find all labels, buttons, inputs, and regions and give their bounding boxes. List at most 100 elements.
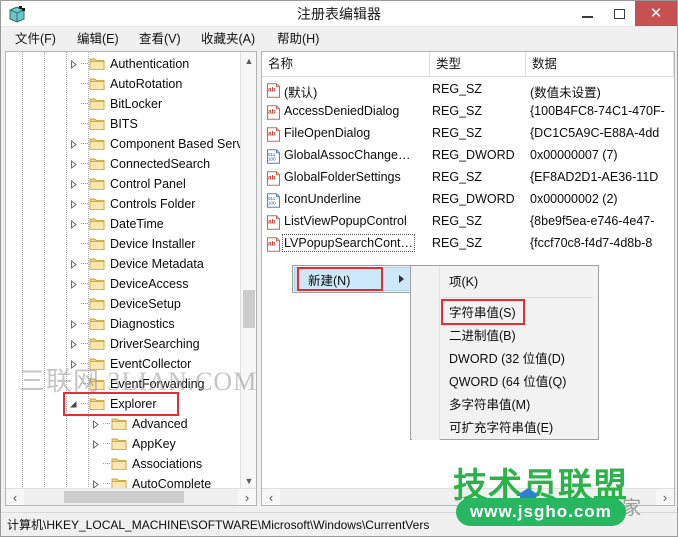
- chevron-right-icon[interactable]: [66, 274, 80, 294]
- value-row[interactable]: ab GlobalFolderSettings REG_SZ {EF8AD2D1-AE…: [262, 168, 674, 189]
- tree-item-driversearching[interactable]: DriverSearching: [66, 334, 200, 354]
- value-name: GlobalAssocChange…: [284, 148, 411, 162]
- tree-item-controls-folder[interactable]: Controls Folder: [66, 194, 195, 214]
- chevron-right-icon[interactable]: [66, 174, 80, 194]
- tree-item-associations[interactable]: Associations: [88, 454, 202, 474]
- tree-item-autorotation[interactable]: AutoRotation: [66, 74, 182, 94]
- tree-item-appkey[interactable]: AppKey: [88, 434, 176, 454]
- submenu-item-1[interactable]: 字符串值(S): [441, 302, 516, 325]
- chevron-right-icon[interactable]: [66, 134, 80, 154]
- scroll-right-arrow-icon[interactable]: ›: [238, 489, 256, 505]
- submenu-item-2[interactable]: 二进制值(B): [441, 325, 516, 348]
- string-value-icon: ab: [266, 127, 281, 142]
- chevron-down-icon[interactable]: [66, 394, 80, 414]
- tree-item-device-metadata[interactable]: Device Metadata: [66, 254, 204, 274]
- menu-item-2[interactable]: 查看(V): [133, 27, 187, 51]
- value-type: REG_SZ: [432, 82, 483, 96]
- tree-item-device-installer[interactable]: Device Installer: [66, 234, 195, 254]
- column-header-0[interactable]: 名称: [262, 52, 430, 76]
- value-row[interactable]: ab AccessDeniedDialog REG_SZ {100B4FC8-74C1…: [262, 102, 674, 123]
- scroll-down-arrow-icon[interactable]: ▼: [241, 472, 256, 489]
- chevron-right-icon[interactable]: [66, 254, 80, 274]
- scroll-left-arrow-icon[interactable]: ‹: [262, 489, 280, 505]
- tree-vertical-scrollbar[interactable]: ▲ ▼: [240, 52, 256, 489]
- chevron-right-icon[interactable]: [66, 334, 80, 354]
- submenu-item-3[interactable]: DWORD (32 位值(D): [441, 348, 565, 371]
- value-row[interactable]: ab ListViewPopupControl REG_SZ {8be9f5ea-e7…: [262, 212, 674, 233]
- tree-connector: [80, 314, 88, 334]
- tree-item-component-based-serv[interactable]: Component Based Serv: [66, 134, 240, 154]
- tree-item-eventforwarding[interactable]: EventForwarding: [66, 374, 205, 394]
- context-menu[interactable]: 新建(N): [292, 265, 414, 293]
- scroll-left-arrow-icon[interactable]: ‹: [6, 489, 24, 505]
- new-submenu[interactable]: 项(K) 字符串值(S) 二进制值(B) DWORD (32 位值(D) QWORD (…: [410, 265, 599, 440]
- value-row[interactable]: ab FileOpenDialog REG_SZ {DC1C5A9C-E88A-4dd: [262, 124, 674, 145]
- tree-connector: [102, 414, 110, 434]
- tree-item-datetime[interactable]: DateTime: [66, 214, 164, 234]
- value-row[interactable]: ab (默认) REG_SZ (数值未设置): [262, 80, 674, 101]
- value-row[interactable]: 011 100 GlobalAssocChange… REG_DWORD 0x00000…: [262, 146, 674, 167]
- string-value-icon: ab: [266, 215, 281, 230]
- column-header-2[interactable]: 数据: [526, 52, 674, 76]
- folder-icon: [88, 94, 106, 114]
- value-name: IconUnderline: [284, 192, 362, 206]
- chevron-right-icon[interactable]: [66, 154, 80, 174]
- submenu-item-5[interactable]: 多字符串值(M): [441, 394, 530, 417]
- tree-item-label: Advanced: [132, 417, 188, 431]
- list-horizontal-scrollbar[interactable]: ‹ ›: [262, 488, 674, 505]
- tree-item-bitlocker[interactable]: BitLocker: [66, 94, 162, 114]
- tree-horizontal-scrollbar[interactable]: ‹ ›: [6, 488, 256, 505]
- value-name: (默认): [284, 86, 318, 100]
- tree-item-label: Device Installer: [110, 237, 196, 251]
- registry-tree-panel[interactable]: Authentication AutoRotation BitLocker BITS C…: [5, 51, 257, 506]
- tree-item-explorer[interactable]: Explorer: [66, 394, 157, 414]
- scroll-up-arrow-icon[interactable]: ▲: [241, 52, 256, 69]
- tree-hscroll-thumb[interactable]: [64, 491, 184, 503]
- scroll-right-arrow-icon[interactable]: ›: [656, 489, 674, 505]
- menu-item-0[interactable]: 文件(F): [9, 27, 62, 51]
- tree-connector: [102, 454, 110, 474]
- tree-item-eventcollector[interactable]: EventCollector: [66, 354, 191, 374]
- chevron-right-icon[interactable]: [66, 54, 80, 74]
- tree-connector: [80, 254, 88, 274]
- folder-icon: [88, 394, 106, 414]
- chevron-right-icon[interactable]: [88, 434, 102, 454]
- value-data: {EF8AD2D1-AE36-11D: [530, 170, 659, 184]
- submenu-item-6[interactable]: 可扩充字符串值(E): [441, 417, 553, 440]
- dword-value-icon: 011 100: [266, 193, 281, 208]
- tree-scroll-thumb[interactable]: [243, 290, 255, 328]
- tree-item-autocomplete[interactable]: AutoComplete: [88, 474, 211, 489]
- value-row[interactable]: 011 100 IconUnderline REG_DWORD 0x00000002 (…: [262, 190, 674, 211]
- svg-text:ab: ab: [268, 219, 276, 226]
- folder-icon: [110, 454, 128, 474]
- tree-connector: [80, 94, 88, 114]
- column-header-1[interactable]: 类型: [430, 52, 526, 76]
- tree-item-connectedsearch[interactable]: ConnectedSearch: [66, 154, 210, 174]
- submenu-item-0[interactable]: 项(K): [441, 271, 478, 294]
- tree-item-authentication[interactable]: Authentication: [66, 54, 189, 74]
- tree-item-bits[interactable]: BITS: [66, 114, 138, 134]
- tree-item-control-panel[interactable]: Control Panel: [66, 174, 186, 194]
- chevron-right-icon[interactable]: [66, 214, 80, 234]
- tree-item-devicesetup[interactable]: DeviceSetup: [66, 294, 181, 314]
- chevron-right-icon[interactable]: [66, 314, 80, 334]
- menu-item-3[interactable]: 收藏夹(A): [195, 27, 261, 51]
- chevron-right-icon[interactable]: [66, 354, 80, 374]
- minimize-button[interactable]: [571, 1, 603, 26]
- context-menu-item-new[interactable]: 新建(N): [294, 267, 412, 291]
- value-row[interactable]: ab LVPopupSearchCont… REG_SZ {fccf70c8-f4d7…: [262, 234, 674, 255]
- menu-item-4[interactable]: 帮助(H): [271, 27, 325, 51]
- tree-item-advanced[interactable]: Advanced: [88, 414, 188, 434]
- chevron-right-icon[interactable]: [88, 474, 102, 489]
- tree-item-deviceaccess[interactable]: DeviceAccess: [66, 274, 189, 294]
- maximize-button[interactable]: [603, 1, 635, 26]
- chevron-right-icon[interactable]: [66, 194, 80, 214]
- menu-item-1[interactable]: 编辑(E): [71, 27, 125, 51]
- string-value-icon: ab: [266, 237, 281, 252]
- chevron-right-icon[interactable]: [88, 414, 102, 434]
- submenu-item-4[interactable]: QWORD (64 位值(Q): [441, 371, 566, 394]
- tree-item-diagnostics[interactable]: Diagnostics: [66, 314, 175, 334]
- close-button[interactable]: ✕: [635, 1, 677, 26]
- value-type: REG_DWORD: [432, 192, 515, 206]
